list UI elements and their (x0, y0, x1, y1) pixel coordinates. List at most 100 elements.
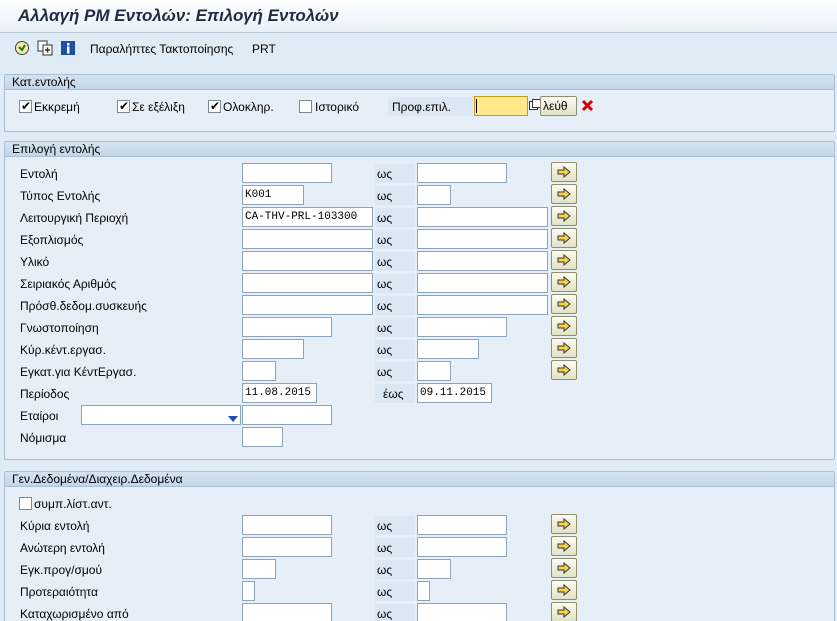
checkmark-icon: ✔ (119, 99, 130, 113)
order-to-input[interactable] (417, 163, 507, 183)
currency-input[interactable] (242, 427, 283, 447)
selection-profile-input[interactable] (474, 96, 528, 116)
multiple-selection-button[interactable] (551, 558, 577, 578)
period-label: Περίοδος (20, 387, 70, 401)
order-type-from-input[interactable]: K001 (242, 185, 304, 205)
entered-by-to-input[interactable] (417, 603, 507, 621)
toolbar-item-settlement-receivers[interactable]: Παραλήπτες Τακτοποίησης (90, 42, 233, 56)
partners-label: Εταίροι (20, 409, 59, 423)
equipment-from-input[interactable] (242, 229, 373, 249)
work-center-plant-to-input[interactable] (417, 361, 451, 381)
multiple-selection-button[interactable] (551, 536, 577, 556)
multiple-selection-button[interactable] (551, 206, 577, 226)
additional-device-data-label: Πρόσθ.δεδομ.συσκευής (20, 299, 147, 313)
selection-profile-label: Προφ.επιλ. (392, 100, 451, 114)
multiple-selection-button[interactable] (551, 338, 577, 358)
entered-by-from-input[interactable] (242, 603, 332, 621)
superior-order-from-input[interactable] (242, 537, 332, 557)
serial-number-from-input[interactable] (242, 273, 373, 293)
additional-device-data-from-input[interactable] (242, 295, 373, 315)
to-label: ως (377, 189, 393, 203)
notification-from-input[interactable] (242, 317, 332, 337)
multiple-selection-button[interactable] (551, 602, 577, 621)
priority-to-input[interactable] (417, 581, 430, 601)
checkbox-label-in-process: Σε εξέλιξη (132, 100, 185, 114)
to-label: ως (377, 607, 393, 621)
order-type-label: Τύπος Εντολής (20, 189, 101, 203)
to-label: ως (377, 585, 393, 599)
main-work-center-from-input[interactable] (242, 339, 304, 359)
window-title: Αλλαγή PM Εντολών: Επιλογή Εντολών (18, 6, 339, 25)
group-title: Επιλογή εντολής (5, 142, 834, 157)
multiple-selection-button[interactable] (551, 272, 577, 292)
main-order-to-input[interactable] (417, 515, 507, 535)
order-label: Εντολή (20, 167, 58, 181)
checkbox-label-outstanding: Εκκρεμή (34, 100, 80, 114)
multiple-selection-button[interactable] (551, 250, 577, 270)
to-label: ως (377, 255, 393, 269)
free-button[interactable]: λεύθ (540, 96, 577, 116)
chevron-down-icon[interactable] (228, 411, 238, 425)
material-to-input[interactable] (417, 251, 548, 271)
planning-plant-to-input[interactable] (417, 559, 451, 579)
order-type-to-input[interactable] (417, 185, 451, 205)
arrow-right-icon (557, 254, 571, 266)
to-label: ως (377, 233, 393, 247)
arrow-right-icon (557, 584, 571, 596)
to-label: ως (377, 563, 393, 577)
multiple-selection-button[interactable] (551, 294, 577, 314)
period-from-input[interactable]: 11.08.2015 (242, 383, 317, 403)
serial-number-label: Σειριακός Αριθμός (20, 277, 117, 291)
material-from-input[interactable] (242, 251, 373, 271)
checkbox-in-process[interactable]: ✔ (117, 99, 130, 113)
main-order-label: Κύρια εντολή (20, 519, 90, 533)
checkbox-historical[interactable] (299, 100, 312, 113)
main-order-from-input[interactable] (242, 515, 332, 535)
additional-device-data-to-input[interactable] (417, 295, 548, 315)
serial-number-to-input[interactable] (417, 273, 548, 293)
partner-role-dropdown[interactable] (81, 405, 241, 425)
multiple-selection-button[interactable] (551, 162, 577, 182)
multiple-selection-button[interactable] (551, 360, 577, 380)
to-label: ως (377, 365, 393, 379)
checkbox-display-hierarchy[interactable] (19, 497, 32, 510)
multiple-selection-button[interactable] (551, 580, 577, 600)
equipment-to-input[interactable] (417, 229, 548, 249)
work-center-plant-label: Εγκατ.για ΚέντΕργασ. (20, 365, 137, 379)
multiple-selection-button[interactable] (551, 228, 577, 248)
toolbar-item-prt[interactable]: PRT (252, 42, 276, 56)
planning-plant-from-input[interactable] (242, 559, 276, 579)
to-label: ως (377, 167, 393, 181)
equipment-label: Εξοπλισμός (20, 233, 84, 247)
arrow-right-icon (557, 518, 571, 530)
order-from-input[interactable] (242, 163, 332, 183)
to-label: ως (377, 541, 393, 555)
to-label: ως (377, 299, 393, 313)
work-center-plant-from-input[interactable] (242, 361, 276, 381)
checkmark-icon: ✔ (21, 99, 32, 113)
checkbox-label-completed: Ολοκληρ. (223, 100, 274, 114)
arrow-right-icon (557, 166, 571, 178)
info-icon[interactable] (60, 40, 76, 56)
arrow-right-icon (557, 562, 571, 574)
multiple-selection-button[interactable] (551, 184, 577, 204)
superior-order-to-input[interactable] (417, 537, 507, 557)
copy-icon[interactable] (37, 40, 53, 56)
multiple-selection-button[interactable] (551, 514, 577, 534)
delete-icon[interactable] (581, 99, 594, 115)
to-label: ως (377, 211, 393, 225)
checkmark-icon: ✔ (210, 99, 221, 113)
execute-icon[interactable] (14, 40, 30, 56)
multiple-selection-button[interactable] (551, 316, 577, 336)
notification-to-input[interactable] (417, 317, 507, 337)
priority-from-input[interactable] (242, 581, 255, 601)
period-to-input[interactable]: 09.11.2015 (417, 383, 492, 403)
checkbox-completed[interactable]: ✔ (208, 99, 221, 113)
main-work-center-to-input[interactable] (417, 339, 479, 359)
checkbox-outstanding[interactable]: ✔ (19, 99, 32, 113)
title-bar: Αλλαγή PM Εντολών: Επιλογή Εντολών (0, 0, 837, 33)
arrow-right-icon (557, 276, 571, 288)
functional-location-to-input[interactable] (417, 207, 548, 227)
functional-location-from-input[interactable]: CA-THV-PRL-103300 (242, 207, 373, 227)
partner-input[interactable] (242, 405, 332, 425)
